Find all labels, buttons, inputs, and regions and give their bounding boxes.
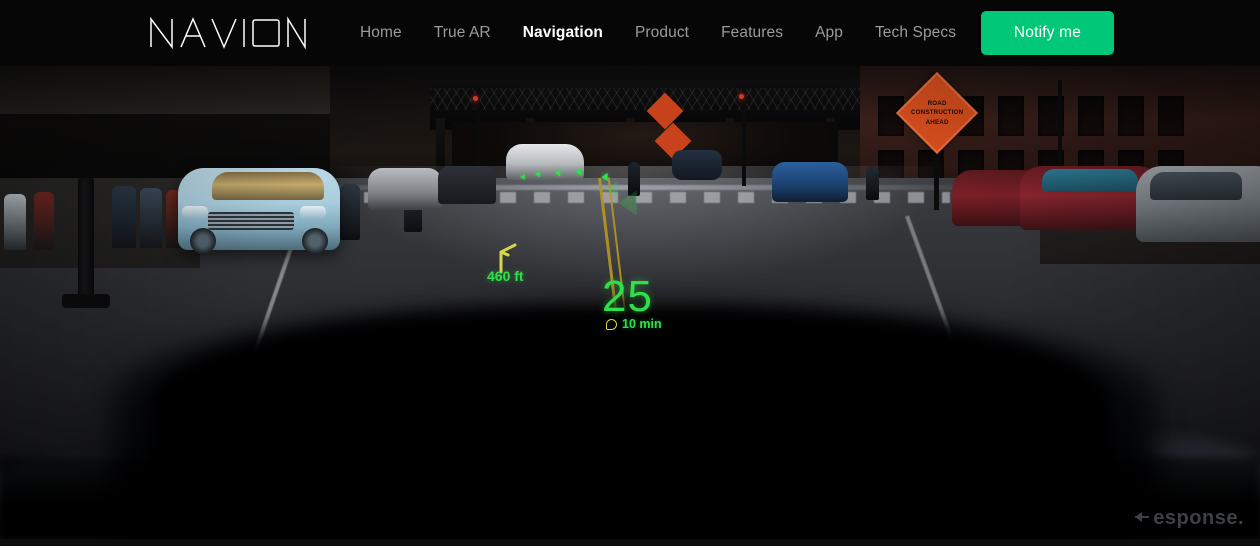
photo-vignette: [0, 66, 1260, 539]
nav-link-true-ar[interactable]: True AR: [418, 0, 507, 66]
response-watermark: esponse.: [1135, 507, 1244, 530]
nav-link-product[interactable]: Product: [619, 0, 705, 66]
site-header: Home True AR Navigation Product Features…: [0, 0, 1260, 66]
watermark-text: esponse.: [1153, 507, 1244, 529]
nav-link-navigation[interactable]: Navigation: [507, 0, 619, 66]
navion-navigation-page: Home True AR Navigation Product Features…: [0, 0, 1260, 546]
nav-link-app[interactable]: App: [799, 0, 859, 66]
navion-logo[interactable]: [148, 12, 308, 54]
notify-me-button[interactable]: Notify me: [981, 11, 1114, 55]
street-photograph: ROAD CONSTRUCTION AHEAD: [0, 66, 1260, 539]
nav-link-home[interactable]: Home: [344, 0, 418, 66]
response-arrow-r-icon: [1135, 511, 1151, 526]
nav-link-tech-specs[interactable]: Tech Specs: [859, 0, 972, 66]
hero-street-scene: ROAD CONSTRUCTION AHEAD: [0, 66, 1260, 539]
nav-link-features[interactable]: Features: [705, 0, 799, 66]
footer-strip: [0, 539, 1260, 546]
